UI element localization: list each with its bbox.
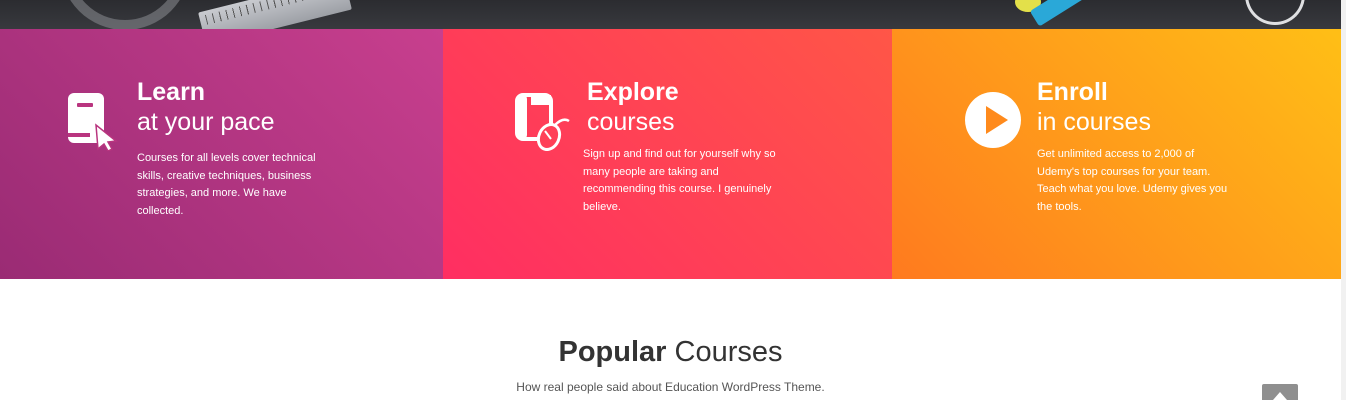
protractor-graphic	[60, 0, 190, 29]
ruler-graphic	[198, 0, 352, 29]
feature-description: Sign up and find out for yourself why so…	[583, 148, 776, 213]
feature-title-light: in courses	[1037, 108, 1151, 136]
feature-title-bold: Enroll	[1037, 78, 1108, 106]
popular-title-bold: Popular	[558, 336, 667, 368]
hero-image-strip	[0, 0, 1341, 29]
feature-title-bold: Explore	[587, 78, 679, 106]
popular-courses-subtitle: How real people said about Education Wor…	[516, 380, 825, 394]
feature-description: Courses for all levels cover technical s…	[137, 152, 316, 217]
feature-title-light: courses	[587, 108, 675, 136]
popular-title-rest: Courses	[674, 336, 783, 368]
book-cursor-icon	[66, 91, 118, 156]
play-circle-icon	[964, 91, 1022, 154]
feature-learn: Learn at your pace Courses for all level…	[0, 29, 443, 279]
feature-boxes: Learn at your pace Courses for all level…	[0, 29, 1341, 279]
scroll-to-top-button[interactable]	[1262, 384, 1298, 400]
page-scrollbar[interactable]	[1341, 0, 1346, 400]
feature-enroll: Enroll in courses Get unlimited access t…	[892, 29, 1341, 279]
feature-title-bold: Learn	[137, 78, 206, 106]
book-mouse-icon	[515, 91, 571, 156]
cable-graphic	[1245, 0, 1305, 25]
popular-courses-title: Popular Courses	[0, 333, 1341, 371]
feature-title-light: at your pace	[137, 108, 275, 136]
feature-description: Get unlimited access to 2,000 of Udemy's…	[1037, 148, 1228, 213]
feature-explore: Explore courses Sign up and find out for…	[443, 29, 892, 279]
